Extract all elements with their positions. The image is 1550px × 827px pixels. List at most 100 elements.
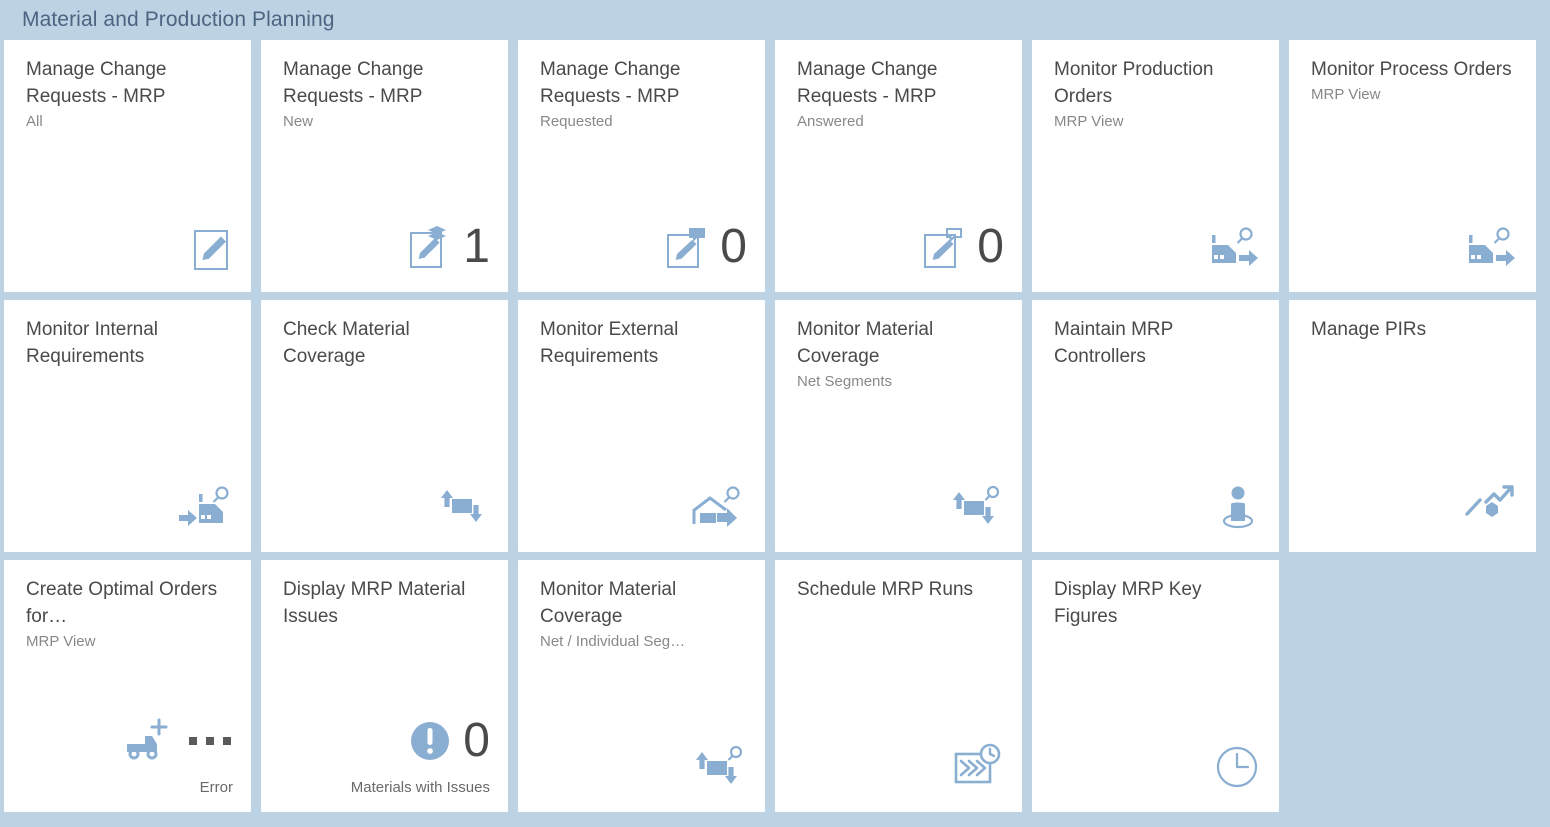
edit-document-new-icon — [407, 223, 453, 271]
tile-header: Manage Change Requests - MRP All — [4, 40, 251, 132]
warehouse-search-out-icon — [689, 481, 747, 533]
edit-document-answered-icon — [921, 223, 967, 271]
tile-create-optimal-orders[interactable]: Create Optimal Orders for… MRP View Erro… — [4, 560, 251, 812]
tile-title: Check Material Coverage — [283, 319, 410, 367]
forecast-trend-icon — [1462, 484, 1518, 530]
factory-search-in-icon — [177, 481, 233, 533]
tile-icon-row — [26, 476, 233, 538]
tile-display-mrp-material-issues[interactable]: Display MRP Material Issues 0 Materials … — [261, 560, 508, 812]
tile-title: Manage PIRs — [1311, 319, 1427, 340]
tile-icon-row — [283, 476, 490, 538]
tile-slot: Display MRP Key Figures — [1032, 560, 1279, 812]
tile-slot: Manage Change Requests - MRP All — [4, 40, 251, 292]
tile-body: 0 — [518, 216, 765, 292]
tile-monitor-material-coverage-net-segments[interactable]: Monitor Material Coverage Net Segments — [775, 300, 1022, 552]
factory-search-out-icon — [1462, 221, 1518, 273]
tile-slot: Monitor Process Orders MRP View — [1289, 40, 1536, 292]
material-coverage-search-icon — [948, 481, 1004, 533]
tile-manage-pirs[interactable]: Manage PIRs — [1289, 300, 1536, 552]
alert-circle-icon — [407, 718, 453, 764]
tile-slot: Monitor External Requirements — [518, 300, 765, 552]
tile-kpi-row: 0 — [283, 710, 490, 772]
tile-header: Monitor Material Coverage Net / Individu… — [518, 560, 765, 652]
tile-display-mrp-key-figures[interactable]: Display MRP Key Figures — [1032, 560, 1279, 812]
tile-title: Schedule MRP Runs — [797, 579, 974, 600]
tile-body: 1 — [261, 216, 508, 292]
tile-manage-change-requests-new[interactable]: Manage Change Requests - MRP New 1 — [261, 40, 508, 292]
tile-icon-row — [1054, 476, 1261, 538]
tile-subtitle: Answered — [797, 113, 864, 130]
tile-header: Maintain MRP Controllers — [1032, 300, 1279, 370]
tile-manage-change-requests-answered[interactable]: Manage Change Requests - MRP Answered 0 — [775, 40, 1022, 292]
tile-title: Display MRP Material Issues — [283, 579, 466, 627]
tile-manage-change-requests-requested[interactable]: Manage Change Requests - MRP Requested 0 — [518, 40, 765, 292]
tile-slot: Check Material Coverage — [261, 300, 508, 552]
loading-dot — [189, 737, 197, 745]
tile-icon-row — [1054, 216, 1261, 278]
tile-title: Monitor Material Coverage — [540, 579, 677, 627]
tile-title: Monitor Material Coverage — [797, 319, 934, 367]
tile-body — [1032, 736, 1279, 812]
alert-circle-icon-svg — [411, 722, 450, 760]
tile-icon-row — [797, 476, 1004, 538]
tile-title: Manage Change Requests - MRP — [26, 59, 167, 107]
tile-slot: Monitor Internal Requirements — [4, 300, 251, 552]
tile-check-material-coverage[interactable]: Check Material Coverage — [261, 300, 508, 552]
schedule-batch-icon — [952, 742, 1004, 792]
tile-subtitle: MRP View — [1054, 113, 1124, 130]
tile-subtitle: Net Segments — [797, 373, 893, 390]
factory-search-in-icon-svg — [179, 486, 229, 526]
tile-title: Manage Change Requests - MRP — [797, 59, 938, 107]
tile-monitor-external-requirements[interactable]: Monitor External Requirements — [518, 300, 765, 552]
tile-header: Create Optimal Orders for… MRP View — [4, 560, 251, 652]
tile-slot: Manage Change Requests - MRP Requested 0 — [518, 40, 765, 292]
tile-body — [261, 476, 508, 552]
material-coverage-icon-svg — [441, 490, 482, 522]
tile-number: 0 — [977, 220, 1004, 273]
person-placeholder-icon-svg — [1222, 486, 1254, 529]
tile-body — [775, 736, 1022, 812]
tile-monitor-internal-requirements[interactable]: Monitor Internal Requirements — [4, 300, 251, 552]
tile-header: Manage Change Requests - MRP New — [261, 40, 508, 132]
material-coverage-icon — [436, 481, 490, 533]
tile-body: 0 — [775, 216, 1022, 292]
edit-document-icon-svg — [194, 230, 228, 270]
tile-header: Manage Change Requests - MRP Requested — [518, 40, 765, 132]
factory-search-out-icon-svg — [1469, 227, 1515, 266]
material-coverage-search-icon-svg — [953, 485, 1000, 524]
tile-header: Display MRP Material Issues — [261, 560, 508, 630]
clock-icon — [1213, 743, 1261, 791]
tile-icon-row — [1311, 216, 1518, 278]
tile-header: Manage PIRs — [1289, 300, 1536, 343]
tile-slot: Display MRP Material Issues 0 Materials … — [261, 560, 508, 812]
tile-kpi-row — [26, 710, 233, 772]
tile-header: Monitor Process Orders MRP View — [1289, 40, 1536, 105]
tile-icon-row — [1311, 476, 1518, 538]
tile-icon-row — [540, 476, 747, 538]
tile-grid: Manage Change Requests - MRP All Manage … — [0, 40, 1550, 820]
edit-document-new-icon-svg — [410, 226, 447, 268]
tile-body — [4, 476, 251, 552]
tile-title: Display MRP Key Figures — [1054, 579, 1202, 627]
tile-header: Schedule MRP Runs — [775, 560, 1022, 603]
tile-body — [518, 736, 765, 812]
tile-body — [4, 216, 251, 292]
tile-subtitle: MRP View — [26, 633, 96, 650]
tile-subtitle: Requested — [540, 113, 613, 130]
tile-icon-row — [540, 736, 747, 798]
group-header: Material and Production Planning — [0, 0, 1550, 40]
tile-number: 1 — [463, 220, 490, 273]
loading-dot — [206, 737, 214, 745]
material-coverage-search-icon — [691, 741, 747, 793]
loading-dots — [189, 737, 231, 745]
tile-monitor-material-coverage-net-individual[interactable]: Monitor Material Coverage Net / Individu… — [518, 560, 765, 812]
group-title: Material and Production Planning — [22, 8, 335, 31]
tile-title: Monitor Process Orders — [1311, 59, 1512, 80]
tile-maintain-mrp-controllers[interactable]: Maintain MRP Controllers — [1032, 300, 1279, 552]
tile-manage-change-requests-all[interactable]: Manage Change Requests - MRP All — [4, 40, 251, 292]
tile-monitor-production-orders[interactable]: Monitor Production Orders MRP View — [1032, 40, 1279, 292]
tile-header: Display MRP Key Figures — [1032, 560, 1279, 630]
tile-monitor-process-orders[interactable]: Monitor Process Orders MRP View — [1289, 40, 1536, 292]
tile-subtitle: All — [26, 113, 43, 130]
tile-schedule-mrp-runs[interactable]: Schedule MRP Runs — [775, 560, 1022, 812]
